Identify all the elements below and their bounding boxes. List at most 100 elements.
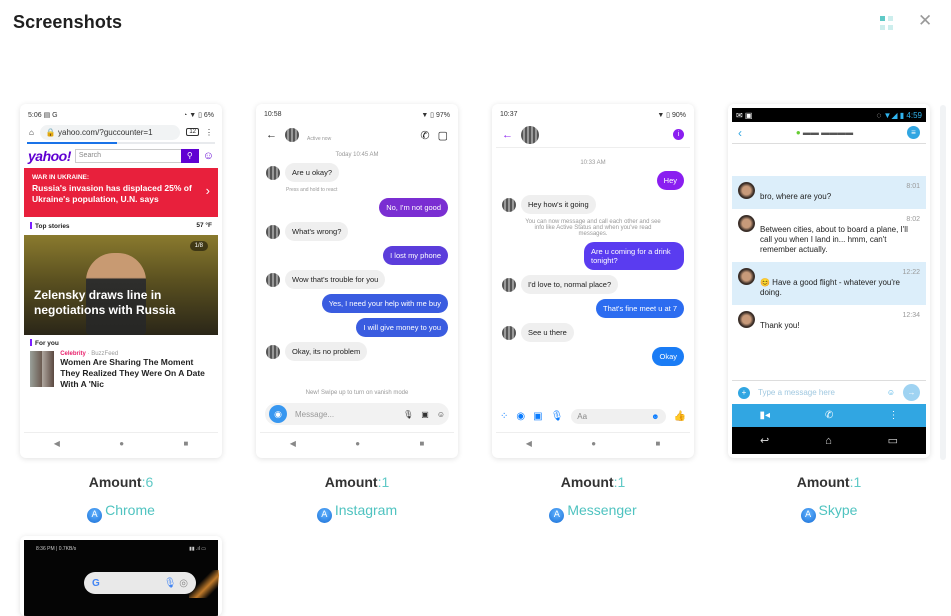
avatar [285,128,299,142]
search-icon: ⚲ [180,149,199,163]
avatar [266,224,280,239]
message-row: Okay, its no problem [266,342,448,361]
grid-view-icon[interactable] [880,16,894,30]
info-note: You can now message and call each other … [525,219,661,237]
message-composer: ◉ Message... 🎙 ▣ ☺ [265,403,449,425]
status-bar: 5:06 ▤ G ◔ ▼ ▯ 6% [28,112,214,119]
message-bubble: That's fine meet u at 7 [596,299,684,318]
sticker-icon: ☺ [436,409,445,419]
header: Screenshots ✕ [0,0,951,50]
message-bubble: I lost my phone [383,246,448,265]
message-time: 8:01 [906,183,920,190]
message-row: 12:22 😊 Have a good flight - whatever you… [732,262,926,305]
message-row: 8:01 bro, where are you? [732,176,926,209]
message-row: I lost my phone [266,246,448,265]
message-bubble: Hey [656,171,684,190]
android-navbar: ◀ ● ■ [24,432,218,454]
screenshot-card-instagram[interactable]: 10:58 ▼ ▯ 97% ← Active now ✆ ▢ Today 10:45… [256,104,458,458]
screenshot-card-messenger[interactable]: 10:37 ▼ ▯ 90% ← i 10:33 AM Hey Hey how's i… [492,104,694,458]
avatar [502,197,516,212]
avatar [738,215,755,232]
message-row: Okay [502,347,684,366]
gallery-icon: ▣ [533,411,543,422]
screenshot-card-chrome[interactable]: 5:06 ▤ G ◔ ▼ ▯ 6% ⌂ 🔒 yahoo.com/?guccoun… [20,104,222,458]
avatar [266,272,280,287]
hero-story: 1/8 Zelensky draws line in negotiations … [24,235,218,335]
message-row: 8:02 Between cities, about to board a pla… [732,209,926,262]
add-icon: + [738,386,750,399]
recents-icon: ▭ [887,435,899,447]
url-bar: 🔒 yahoo.com/?guccounter=1 [39,124,181,140]
apps-icon: ⁘ [500,411,509,422]
avatar [738,182,755,199]
message-text: Thank you! [760,321,800,330]
message-input: Aa ☻ [571,409,666,424]
message-bubble: Okay, its no problem [285,342,368,361]
avatar [502,277,516,292]
phone-screenshot: 10:58 ▼ ▯ 97% ← Active now ✆ ▢ Today 10:45… [260,108,454,454]
amount-messenger: Amount:1 [560,474,626,490]
back-icon: ◀ [53,439,60,448]
camera-icon: ◉ [516,411,526,422]
message-text: 😊 Have a good flight - whatever you're d… [760,278,901,297]
app-store-icon: A [87,508,103,523]
phone-screenshot: ✉ ▣ ◌ ▼◢ ▮ 4:59 ‹ ● ▬▬ ▬▬▬▬ ≡ 8:01 bro, wh… [732,108,926,454]
message-row: That's fine meet u at 7 [502,299,684,318]
page-title: Screenshots [13,12,123,32]
message-text: Between cities, about to board a plane, … [760,225,908,254]
app-label-skype[interactable]: A Skype [728,502,930,523]
avatar [738,268,755,285]
phone-icon: ✆ [420,129,430,142]
message-bubble: I will give money to you [356,318,448,337]
message-bubble: Are u okay? [285,163,340,182]
send-icon: → [903,384,920,401]
app-store-icon: A [549,508,565,523]
story-thumbnail [30,351,55,387]
message-bubble: Are u coming for a drink tonight? [584,242,684,270]
screenshot-card-skype[interactable]: ✉ ▣ ◌ ▼◢ ▮ 4:59 ‹ ● ▬▬ ▬▬▬▬ ≡ 8:01 bro, wh… [728,104,930,458]
menu-icon: ⋮ [205,127,213,137]
back-arrow-icon: ← [502,128,513,141]
message-row: Yes, I need your help with me buy [266,294,448,313]
app-label-messenger[interactable]: A Messenger [492,502,694,523]
react-hint: Press and hold to react [286,187,338,193]
story-item: Celebrity · BuzzFeed Women Are Sharing Th… [24,351,218,390]
avatar [521,125,539,144]
info-icon: i [673,129,684,140]
gallery-icon: ▣ [421,409,429,419]
screenshot-card-5[interactable]: 8:36 PM | 0.7KB/s ▮▮ .ıl ▭ G 🎙 ◎ [20,536,222,616]
recents-icon: ■ [183,439,189,448]
google-search-bar: G 🎙 ◎ [84,572,196,594]
message-time: 8:02 [906,216,920,223]
app-label-instagram[interactable]: A Instagram [256,502,458,523]
scrollbar[interactable] [940,105,946,460]
message-row: Are u coming for a drink tonight? [502,242,684,270]
chevron-right-icon: › [205,183,210,198]
breaking-news-banner: WAR IN UKRAINE: Russia's invasion has di… [24,168,218,217]
message-toolbar: ⁘ ◉ ▣ 🎙 Aa ☻ 👍 [500,409,686,424]
message-time: 12:22 [902,269,920,276]
message-row: I will give money to you [266,318,448,337]
mic-icon: 🎙 [163,577,177,589]
mic-icon: 🎙 [550,411,564,422]
message-row: Hey how's it going [502,195,684,214]
message-row: Hey [502,171,684,190]
back-icon: ‹ [738,125,742,140]
app-label-chrome[interactable]: A Chrome [20,502,222,523]
home-icon: ⌂ [29,127,34,137]
yahoo-logo: yahoo! [28,148,71,164]
message-bubble: What's wrong? [285,222,349,241]
mail-icon: ✉ ▣ [736,110,753,120]
video-icon: ▮◂ [759,410,771,421]
video-icon: ▢ [437,129,448,142]
message-input: + Type a message here ☺ → [732,380,926,404]
message-bubble: See u there [521,323,574,342]
message-bubble: I'd love to, normal place? [521,275,619,294]
back-arrow-icon: ← [266,129,277,141]
more-icon: ⋮ [888,410,899,421]
call-icon: ✆ [825,410,834,421]
amount-chrome: Amount:6 [88,474,154,490]
app-store-icon: A [316,508,332,523]
profile-icon: ☺ [202,150,214,162]
close-button[interactable]: ✕ [918,11,932,31]
